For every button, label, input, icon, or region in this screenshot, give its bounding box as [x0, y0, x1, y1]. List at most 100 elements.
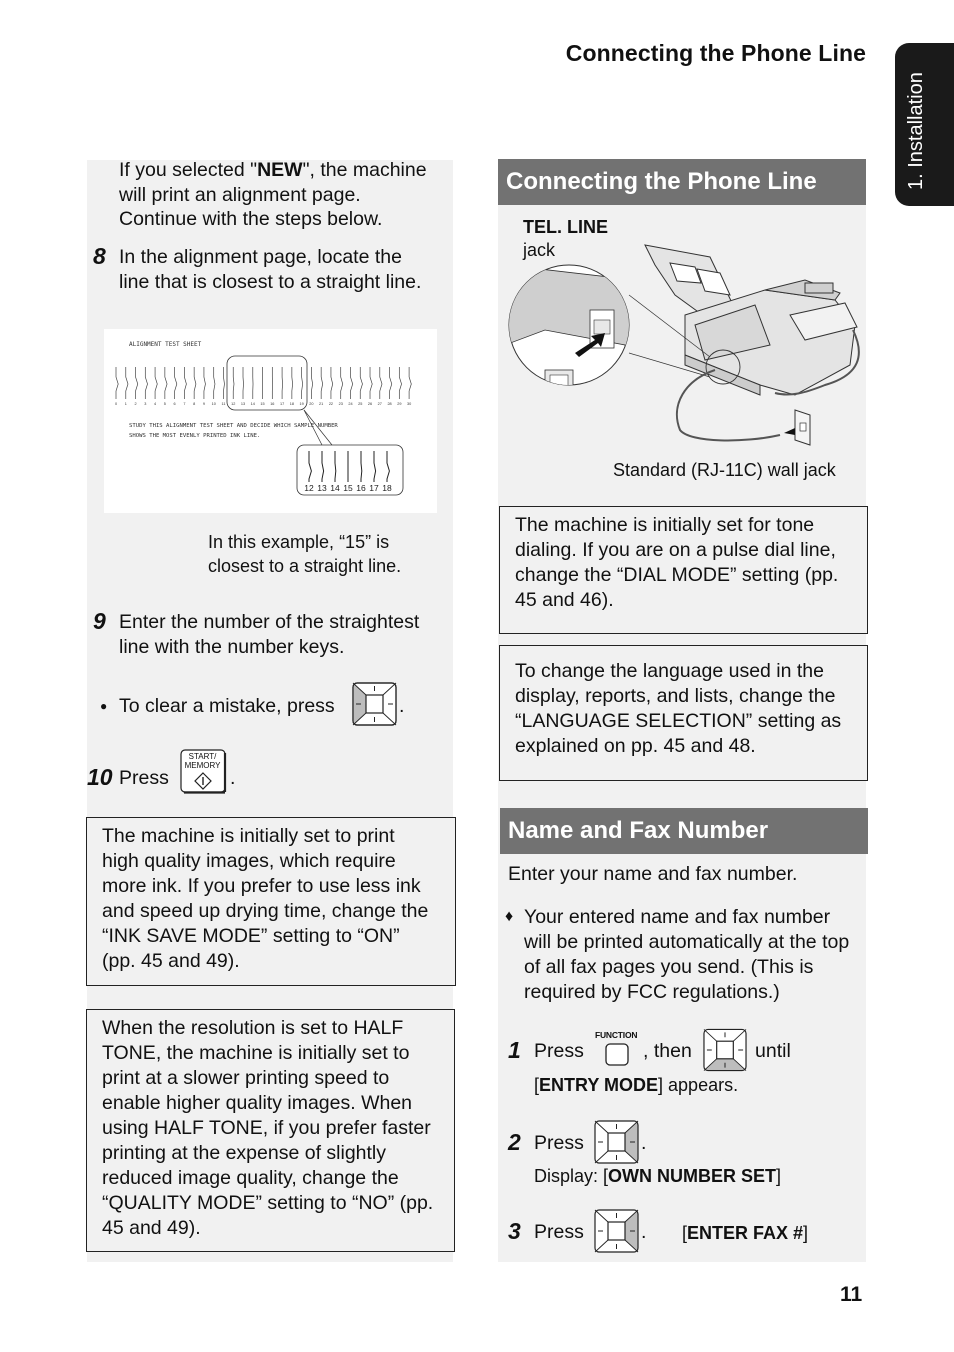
- step-8-text: In the alignment page, locate the line t…: [119, 245, 421, 294]
- language-selection-note: To change the language used in the displa…: [499, 645, 868, 781]
- alignment-line-25: [359, 367, 363, 399]
- wall-jack-icon: [784, 409, 811, 446]
- alignment-line-17: [281, 367, 283, 399]
- alignment-number-27: 27: [378, 402, 382, 406]
- step-3-press: Press: [534, 1221, 584, 1243]
- quality-mode-note-line-2: TONE, the machine is initially set to: [102, 1042, 410, 1064]
- fcc-bullet-line-1: Your entered name and fax number: [524, 906, 831, 928]
- section-heading-name-fax-number: Name and Fax Number: [500, 808, 868, 854]
- navigation-key-down-icon: [703, 1028, 747, 1072]
- quality-mode-note-line-9: 45 and 49).: [102, 1217, 201, 1239]
- alignment-number-9: 9: [203, 402, 205, 406]
- start-memory-key-label: START/ MEMORY: [180, 752, 225, 770]
- alignment-line-13: [242, 367, 244, 399]
- clear-key-button[interactable]: [352, 682, 397, 731]
- bullet-dot: ●: [100, 699, 108, 713]
- start-memory-key-button[interactable]: START/ MEMORY: [180, 749, 227, 794]
- alignment-number-7: 7: [183, 402, 185, 406]
- navigation-key-right-button-step3[interactable]: [594, 1209, 639, 1258]
- navigation-key-right-icon: [594, 1120, 639, 1164]
- alignment-line-1: [125, 367, 129, 399]
- fax-machine-icon: [644, 244, 858, 396]
- step-3-period: .: [641, 1221, 647, 1243]
- alignment-number-25: 25: [358, 402, 362, 406]
- quality-mode-note-line-4: enable higher quality images. When: [102, 1092, 413, 1114]
- step-8-line2: line that is closest to a straight line.: [119, 270, 422, 293]
- navigation-key-left-icon: [352, 682, 397, 726]
- ink-save-note-line-1: The machine is initially set to print: [102, 825, 395, 847]
- step-10-period: .: [230, 767, 236, 789]
- alignment-number-21: 21: [319, 402, 323, 406]
- ink-save-note-line-4: and speed up drying time, change the: [102, 900, 429, 922]
- fcc-bullet-line-4: required by FCC regulations.): [524, 981, 780, 1003]
- magnified-number-15: 15: [343, 483, 353, 493]
- alignment-number-1: 1: [125, 402, 127, 406]
- alignment-number-11: 11: [221, 402, 225, 406]
- dial-mode-note: The machine is initially set for tone dia…: [499, 506, 868, 634]
- quality-mode-note-line-1: When the resolution is set to HALF: [102, 1017, 404, 1039]
- quality-mode-note-line-7: reduced image quality, change the: [102, 1167, 399, 1189]
- name-fax-intro: Enter your name and fax number.: [508, 863, 798, 885]
- tel-line-label-bold: TEL. LINE: [523, 217, 608, 237]
- alignment-line-23: [340, 367, 344, 399]
- function-key-button[interactable]: [605, 1043, 629, 1071]
- language-selection-note-text: To change the language used in the displa…: [515, 659, 855, 759]
- ink-save-note-line-6: (pp. 45 and 49).: [102, 950, 240, 972]
- alignment-test-sheet-figure: ALIGNMENT TEST SHEET 0 1 2 3 4 5 6 7 8 9 10 11 12 13 1…: [104, 329, 437, 513]
- function-key-icon: [605, 1043, 629, 1066]
- language-note-line-3: “LANGUAGE SELECTION” setting as: [515, 710, 842, 732]
- fcc-bullet-line-3: of all fax pages you send. (This is: [524, 956, 814, 978]
- sheet-instruction-line2: SHOWS THE MOST EVENLY PRINTED INK LINE.: [129, 433, 260, 439]
- magnified-number-14: 14: [330, 483, 340, 493]
- alignment-line-27: [379, 367, 383, 399]
- alignment-line-2: [135, 367, 139, 399]
- intro-line3: Continue with the steps below.: [119, 208, 383, 230]
- step-1-number: 1: [508, 1037, 521, 1063]
- magnified-number-13: 13: [317, 483, 327, 493]
- alignment-line-21: [320, 367, 324, 399]
- quality-mode-note-line-3: print at a slower printing speed to: [102, 1067, 390, 1089]
- alignment-line-28: [389, 367, 393, 399]
- alignment-line-24: [350, 367, 354, 399]
- step-8-line1: In the alignment page, locate the: [119, 246, 402, 268]
- step-10-number: 10: [87, 764, 113, 790]
- step-2-press: Press: [534, 1132, 584, 1154]
- language-note-line-1: To change the language used in the: [515, 660, 825, 682]
- alignment-line-30: [408, 367, 412, 399]
- chapter-tab-label: 1. Installation: [905, 72, 927, 190]
- clear-mistake-text: To clear a mistake, press: [119, 695, 335, 717]
- navigation-key-right-icon: [594, 1209, 639, 1253]
- alignment-number-8: 8: [193, 402, 195, 406]
- magnified-number-12: 12: [304, 483, 314, 493]
- alignment-line-0: [115, 367, 119, 399]
- step-1-press: Press: [534, 1040, 584, 1062]
- alignment-line-9: [203, 367, 206, 399]
- alignment-number-19: 19: [300, 402, 304, 406]
- quality-mode-note-text: When the resolution is set to HALF TONE, …: [102, 1016, 442, 1241]
- ink-save-note-text: The machine is initially set to print hig…: [102, 824, 443, 974]
- intro-line2: will print an alignment page.: [119, 183, 361, 206]
- highlight-frame: [226, 355, 308, 411]
- language-note-line-2: display, reports, and lists, change the: [515, 685, 836, 707]
- intro-text: If you selected "NEW", the machine will …: [119, 158, 427, 232]
- figure-caption: In this example, “15” is closest to a st…: [208, 530, 401, 578]
- fcc-bullet-line-2: will be printed automatically at the top: [524, 931, 850, 953]
- clear-period: .: [399, 695, 405, 717]
- alignment-number-20: 20: [309, 402, 313, 406]
- magnified-number-17: 17: [369, 483, 379, 493]
- alignment-number-4: 4: [154, 402, 156, 406]
- alignment-number-5: 5: [164, 402, 166, 406]
- step-1-appears: ] appears.: [658, 1075, 739, 1095]
- caption-line2: closest to a straight line.: [208, 556, 402, 576]
- alignment-line-5: [164, 367, 168, 399]
- quality-mode-note: When the resolution is set to HALF TONE, …: [86, 1009, 455, 1252]
- navigation-key-right-button[interactable]: [594, 1120, 639, 1169]
- step-2-period: .: [641, 1132, 647, 1154]
- alignment-line-8: [193, 367, 197, 399]
- alignment-number-24: 24: [348, 402, 352, 406]
- alignment-number-18: 18: [290, 402, 294, 406]
- page-number: 11: [840, 1283, 863, 1306]
- alignment-number-12: 12: [231, 402, 235, 406]
- alignment-line-20: [311, 367, 314, 399]
- navigation-key-down-button[interactable]: [703, 1028, 747, 1077]
